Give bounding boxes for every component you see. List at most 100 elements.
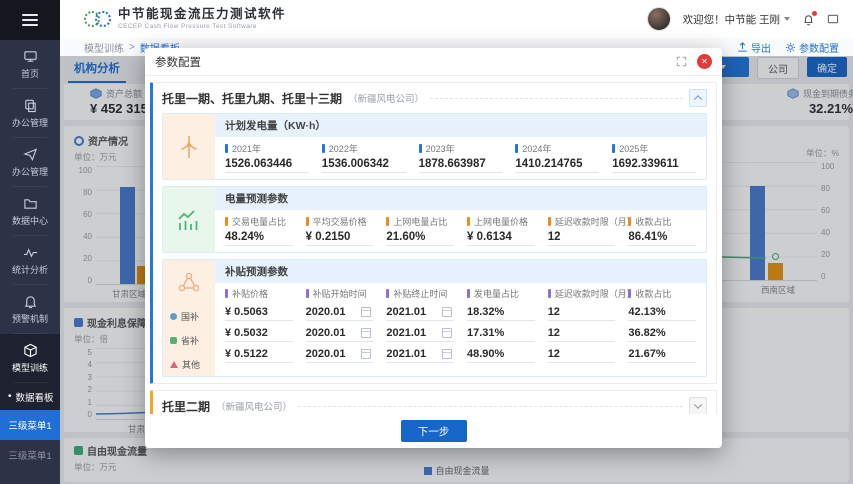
next-step-button[interactable]: 下一步 <box>401 420 467 442</box>
sidebar-item-office-2[interactable]: 办公管理 <box>0 138 60 187</box>
divider <box>298 406 683 407</box>
tick-icon <box>322 144 325 153</box>
export-label: 导出 <box>751 40 771 55</box>
field-label: 2023年 <box>426 142 455 155</box>
delay-months-field[interactable]: 12 <box>548 323 616 342</box>
modal-header: 参数配置 ✕ <box>145 48 722 76</box>
modal-title: 参数配置 <box>155 54 201 70</box>
copy-icon <box>23 98 38 113</box>
notifications-button[interactable] <box>802 13 815 26</box>
app-logo: 中节能现金流压力测试软件 CECEP Cash Flow Pressure Te… <box>84 8 286 30</box>
collection-ratio-field[interactable]: 42.13% <box>628 302 696 321</box>
start-date-field[interactable]: 2020.01 <box>306 323 374 342</box>
sidebar-item-home[interactable]: 首页 <box>0 40 60 89</box>
subsidy-row: ¥ 0.5063 2020.01 2021.01 18.32% 12 42.13… <box>215 300 706 321</box>
param-field: 延迟收款时限（月） 12 <box>548 215 616 246</box>
year-field: 2024年 1410.214765 <box>515 142 599 173</box>
price-field[interactable]: ¥ 0.5063 <box>225 302 293 321</box>
collapse-button[interactable] <box>689 89 707 107</box>
logo-rings-icon <box>84 11 111 27</box>
expand-section-button[interactable] <box>689 397 707 414</box>
window-icon[interactable] <box>827 13 839 25</box>
end-date-field[interactable]: 2021.01 <box>386 344 454 363</box>
param-config-button[interactable]: 参数配置 <box>785 40 839 55</box>
calendar-icon <box>442 328 452 338</box>
collection-ratio-field[interactable]: 36.82% <box>628 323 696 342</box>
field-value[interactable]: 1536.006342 <box>322 155 406 173</box>
avatar[interactable] <box>647 7 671 31</box>
collection-ratio-field[interactable]: 21.67% <box>628 344 696 363</box>
sidebar-item-model-training[interactable]: 模型训练 <box>0 334 60 383</box>
sidebar-subitem-databoard[interactable]: • 数据看板 <box>0 383 60 410</box>
delay-months-field[interactable]: 12 <box>548 302 616 321</box>
param-config-modal: 参数配置 ✕ 托里一期、托里九期、托里十三期 （新疆风电公司） 计 <box>145 48 722 448</box>
start-date-field[interactable]: 2020.01 <box>306 302 374 321</box>
folder-icon <box>23 196 38 211</box>
end-date-field[interactable]: 2021.01 <box>386 323 454 342</box>
calendar-icon <box>361 349 371 359</box>
tick-icon <box>628 217 631 226</box>
tick-icon <box>306 217 309 226</box>
field-value[interactable]: 1692.339611 <box>612 155 696 173</box>
sidebar-subitem-menu1-selected[interactable]: 三级菜单1 <box>0 410 60 440</box>
field-value[interactable]: 1878.663987 <box>419 155 503 173</box>
generation-ratio-field[interactable]: 17.31% <box>467 323 535 342</box>
section-title: 托里一期、托里九期、托里十三期 <box>162 90 342 107</box>
field-value[interactable]: ¥ 0.2150 <box>306 228 374 246</box>
monitor-icon <box>23 49 38 64</box>
sidebar-item-datacenter[interactable]: 数据中心 <box>0 187 60 236</box>
price-field[interactable]: ¥ 0.5032 <box>225 323 293 342</box>
field-value[interactable]: 1526.063446 <box>225 155 309 173</box>
expand-icon <box>676 56 687 67</box>
sidebar-subitem-menu1[interactable]: 三级菜单1 <box>0 440 60 470</box>
user-menu[interactable]: 欢迎您！中节能 王刚 <box>683 12 790 27</box>
sidebar-item-statistics[interactable]: 统计分析 <box>0 236 60 285</box>
field-value[interactable]: ¥ 0.6134 <box>467 228 535 246</box>
sidebar: 首页 办公管理 办公管理 数据中心 统计分析 预警机制 模型训练 • 数据看板 … <box>0 0 60 484</box>
calendar-icon <box>361 328 371 338</box>
calendar-icon <box>442 349 452 359</box>
generation-panel-title: 计划发电量（KW·h） <box>215 114 706 137</box>
panel-icon-cell <box>163 114 215 179</box>
chevron-down-icon <box>784 17 790 21</box>
sidebar-item-label: 首页 <box>21 67 39 80</box>
gear-icon <box>785 42 796 53</box>
start-date-field[interactable]: 2020.01 <box>306 344 374 363</box>
export-button[interactable]: 导出 <box>737 40 771 55</box>
column-header: 收款占比 <box>635 287 671 300</box>
field-value[interactable]: 12 <box>548 228 616 246</box>
close-button[interactable]: ✕ <box>697 54 712 69</box>
notification-dot <box>812 11 817 16</box>
modal-body: 托里一期、托里九期、托里十三期 （新疆风电公司） 计划发电量（KW·h） 202… <box>145 76 722 414</box>
price-field[interactable]: ¥ 0.5122 <box>225 344 293 363</box>
chevron-up-icon <box>694 95 702 103</box>
field-value[interactable]: 1410.214765 <box>515 155 599 173</box>
sidebar-item-warning[interactable]: 预警机制 <box>0 285 60 334</box>
tick-icon <box>419 144 422 153</box>
field-value[interactable]: 48.24% <box>225 228 293 246</box>
generation-ratio-field[interactable]: 18.32% <box>467 302 535 321</box>
generation-ratio-field[interactable]: 48.90% <box>467 344 535 363</box>
tick-icon <box>515 144 518 153</box>
subsidy-row: ¥ 0.5122 2020.01 2021.01 48.90% 12 21.67… <box>215 342 706 363</box>
end-date-field[interactable]: 2021.01 <box>386 302 454 321</box>
breadcrumb-parent[interactable]: 模型训练 <box>84 40 124 55</box>
triangle-icon <box>170 361 178 368</box>
tick-icon <box>225 289 228 298</box>
sidebar-item-office-1[interactable]: 办公管理 <box>0 89 60 138</box>
param-field: 交易电量占比 48.24% <box>225 215 293 246</box>
field-label: 2021年 <box>232 142 261 155</box>
menu-toggle-button[interactable] <box>0 0 60 40</box>
project-section-2: 托里二期 （新疆风电公司） <box>150 390 717 414</box>
field-value[interactable]: 86.41% <box>628 228 696 246</box>
fullscreen-button[interactable] <box>676 56 687 67</box>
field-label: 上网电量价格 <box>474 215 528 228</box>
calendar-icon <box>442 307 452 317</box>
subitem-label: 数据看板 <box>16 390 54 404</box>
field-value[interactable]: 21.60% <box>386 228 454 246</box>
power-forecast-panel: 电量预测参数 交易电量占比 48.24% 平均交易价格 ¥ 0.2150 上网电… <box>162 186 707 253</box>
generation-panel: 计划发电量（KW·h） 2021年 1526.063446 2022年 1536… <box>162 113 707 180</box>
panel-icon-cell <box>163 187 215 252</box>
tick-icon <box>612 144 615 153</box>
delay-months-field[interactable]: 12 <box>548 344 616 363</box>
